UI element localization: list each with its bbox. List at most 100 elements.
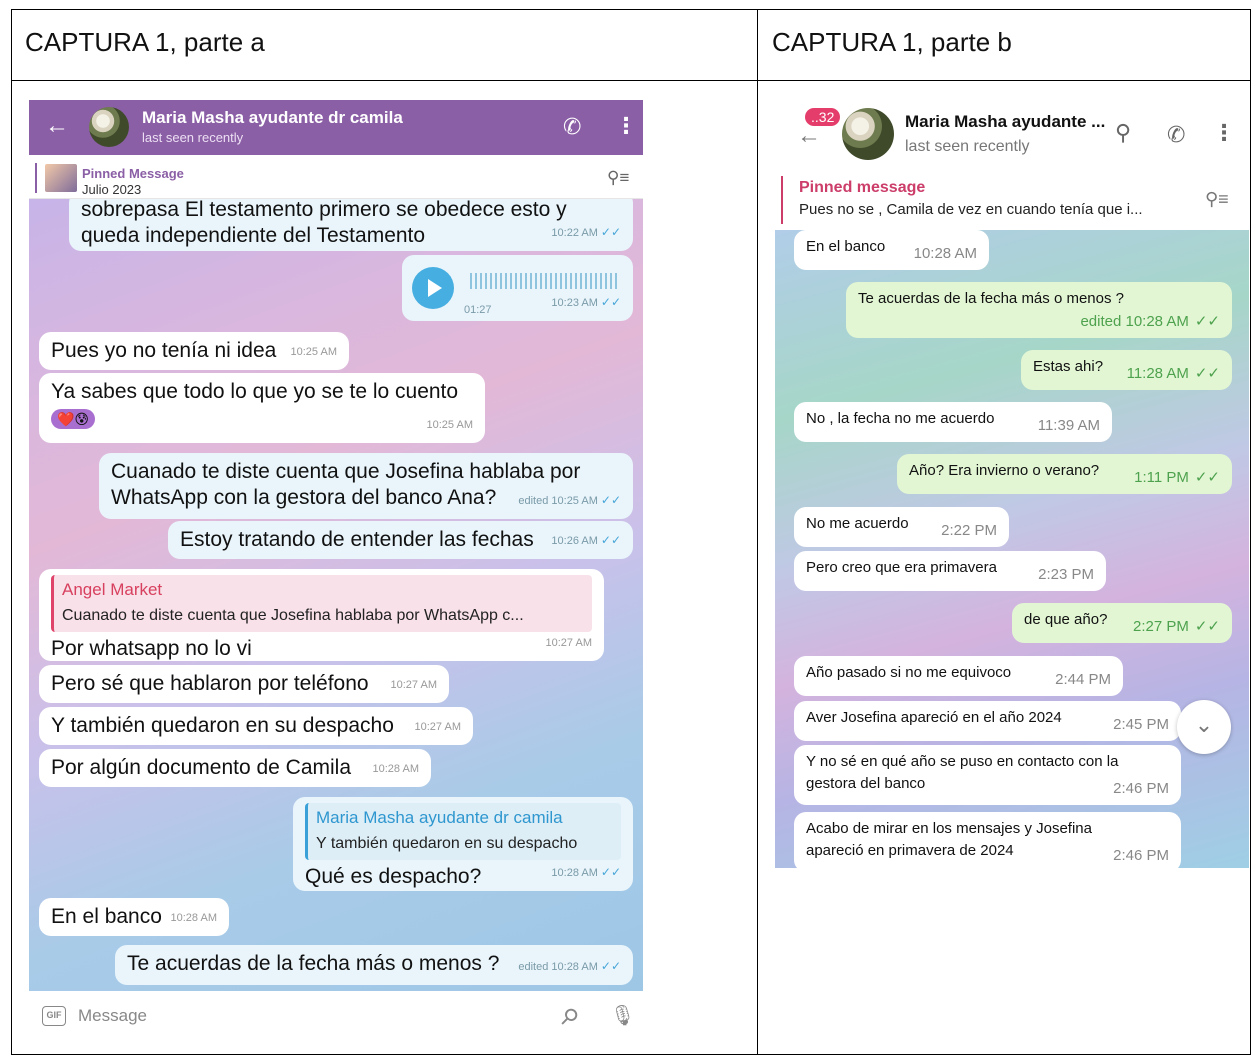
pinned-thumbnail (45, 164, 77, 192)
message-bubble[interactable]: Maria Masha ayudante dr camila Y también… (293, 797, 633, 891)
reply-text: Cuanado te diste cuenta que Josefina hab… (62, 607, 524, 624)
unread-badge: ..32 (805, 108, 841, 126)
reply-author: Maria Masha ayudante dr camila (316, 808, 563, 827)
table-column-divider (757, 10, 758, 1054)
message-time: 10:28 AM (551, 867, 598, 879)
message-time: 2:27 PM (1132, 618, 1189, 635)
message-text: Aver Josefina apareció en el año 2024 (806, 709, 1062, 726)
message-text: de que año? (1024, 611, 1108, 628)
message-bubble[interactable]: Y no sé en qué año se puso en contacto c… (794, 745, 1181, 805)
pinned-message-bar[interactable]: Pinned message Pues no se , Camila de ve… (775, 170, 1249, 230)
message-time: 10:27 AM (414, 721, 461, 733)
message-bubble[interactable]: Pero sé que hablaron por teléfono 10:27 … (39, 665, 449, 703)
arrow-left-icon[interactable]: ← (45, 114, 69, 138)
message-bubble[interactable]: Año pasado si no me equivoco 2:44 PM (794, 656, 1123, 696)
message-bubble[interactable]: Ya sabes que todo lo que yo se te lo cue… (39, 373, 485, 443)
play-icon[interactable] (412, 267, 454, 309)
reaction-badge[interactable]: ❤️😰 (51, 409, 96, 429)
message-time: 2:22 PM (941, 522, 997, 539)
contact-name[interactable]: Maria Masha ayudante dr camila (142, 108, 403, 128)
message-list[interactable]: En el banco 10:28 AM Te acuerdas de la f… (775, 230, 1249, 868)
message-bubble[interactable]: En el banco 10:28 AM (39, 898, 229, 936)
voice-waveform[interactable] (470, 273, 618, 289)
arrow-left-icon[interactable]: ← (797, 122, 821, 150)
more-vertical-icon[interactable]: ⋮ (615, 113, 637, 139)
avatar[interactable] (89, 107, 129, 147)
message-text: Acabo de mirar en los mensajes y Josefin… (806, 820, 1092, 837)
message-bubble[interactable]: sobrepasa El testamento primero se obede… (69, 199, 633, 251)
reply-quote[interactable]: Maria Masha ayudante dr camila Y también… (305, 803, 621, 860)
message-text: Por algún documento de Camila (51, 756, 352, 779)
message-time: 2:44 PM (1055, 671, 1111, 688)
paperclip-icon[interactable]: ⚲ (554, 1002, 584, 1032)
message-input[interactable]: Message (78, 1006, 147, 1026)
screenshot-b: ← ..32 Maria Masha ayudante ... last see… (775, 100, 1249, 868)
message-time: 10:25 AM (426, 419, 473, 431)
message-text: Ya sabes que todo lo que yo se te lo cue… (51, 380, 459, 403)
microphone-icon[interactable]: 🎙 (610, 1003, 635, 1028)
caption-b-title: CAPTURA 1, parte b (772, 27, 1012, 57)
message-text: Cuanado te diste cuenta que Josefina hab… (111, 460, 581, 483)
message-bubble[interactable]: Estas ahi? 11:28 AM ✓✓ (1021, 350, 1232, 390)
phone-icon[interactable]: ✆ (563, 114, 581, 140)
message-text: Pero sé que hablaron por teléfono (51, 672, 369, 695)
double-check-icon: ✓✓ (600, 865, 621, 879)
more-vertical-icon[interactable]: ⋮ (1213, 120, 1235, 146)
double-check-icon: ✓✓ (1194, 469, 1220, 486)
pin-list-icon[interactable]: ⚲≡ (1205, 189, 1229, 210)
message-bubble[interactable]: Aver Josefina apareció en el año 2024 2:… (794, 701, 1181, 741)
message-composer: GIF Message ⚲ 🎙 (29, 991, 643, 1045)
message-bubble[interactable]: Pues yo no tenía ni idea 10:25 AM (39, 332, 349, 370)
pinned-indicator (35, 163, 37, 193)
message-bubble[interactable]: Cuanado te diste cuenta que Josefina hab… (99, 453, 633, 519)
message-time: 10:28 AM (913, 245, 977, 262)
reply-author: Angel Market (62, 580, 163, 599)
message-time: edited 10:28 AM (1080, 313, 1189, 330)
message-bubble[interactable]: Te acuerdas de la fecha más o menos ? ed… (115, 945, 633, 985)
message-bubble[interactable]: Por algún documento de Camila 10:28 AM (39, 749, 431, 787)
voice-message-bubble[interactable]: 01:27 10:23 AM ✓✓ (402, 255, 633, 321)
double-check-icon: ✓✓ (600, 295, 621, 309)
message-time: 10:26 AM (551, 535, 598, 547)
message-list[interactable]: sobrepasa El testamento primero se obede… (29, 199, 643, 991)
message-time: 2:23 PM (1038, 566, 1094, 583)
contact-name[interactable]: Maria Masha ayudante ... (905, 112, 1105, 132)
pin-list-icon[interactable]: ⚲≡ (607, 168, 629, 188)
pinned-indicator (781, 176, 783, 224)
message-time: 10:25 AM (290, 346, 337, 358)
pinned-title: Pinned Message (82, 166, 184, 181)
message-bubble[interactable]: de que año? 2:27 PM ✓✓ (1012, 603, 1232, 643)
contact-status: last seen recently (905, 138, 1030, 155)
message-bubble[interactable]: Año? Era invierno o verano? 1:11 PM ✓✓ (897, 454, 1232, 494)
search-icon[interactable]: ⚲ (1115, 120, 1131, 146)
message-text: No , la fecha no me acuerdo (806, 410, 995, 427)
message-time: 10:23 AM (551, 297, 598, 309)
message-bubble[interactable]: Y también quedaron en su despacho 10:27 … (39, 707, 473, 745)
message-time: 1:11 PM (1134, 469, 1189, 486)
screenshot-a: ← Maria Masha ayudante dr camila last se… (29, 100, 643, 1045)
message-bubble[interactable]: En el banco 10:28 AM (794, 230, 989, 270)
pinned-message-bar[interactable]: Pinned Message Julio 2023 ⚲≡ (29, 155, 643, 199)
message-bubble[interactable]: No , la fecha no me acuerdo 11:39 AM (794, 402, 1112, 442)
pinned-subtitle: Pues no se , Camila de vez en cuando ten… (799, 201, 1143, 218)
double-check-icon: ✓✓ (600, 493, 621, 507)
message-bubble[interactable]: Pero creo que era primavera 2:23 PM (794, 551, 1106, 591)
message-bubble[interactable]: Acabo de mirar en los mensajes y Josefin… (794, 812, 1181, 868)
message-time: 10:22 AM (551, 227, 598, 239)
message-text: Pero creo que era primavera (806, 559, 997, 576)
double-check-icon: ✓✓ (1194, 365, 1220, 382)
table-row-divider (12, 80, 1250, 81)
reply-quote[interactable]: Angel Market Cuanado te diste cuenta que… (51, 575, 592, 632)
message-bubble[interactable]: Te acuerdas de la fecha más o menos ? ed… (846, 282, 1232, 338)
message-bubble[interactable]: Estoy tratando de entender las fechas 10… (168, 521, 633, 559)
chevron-down-icon: ⌄ (1194, 712, 1214, 737)
scroll-down-button[interactable]: ⌄ (1177, 700, 1231, 754)
message-bubble[interactable]: No me acuerdo 2:22 PM (794, 507, 1009, 547)
avatar[interactable] (842, 108, 894, 160)
gif-icon[interactable]: GIF (42, 1006, 66, 1026)
message-text: No me acuerdo (806, 515, 909, 532)
message-bubble[interactable]: Angel Market Cuanado te diste cuenta que… (39, 569, 604, 661)
message-time: 10:27 AM (390, 679, 437, 691)
message-time: edited 10:28 AM (518, 961, 598, 973)
phone-icon[interactable]: ✆ (1167, 122, 1185, 148)
